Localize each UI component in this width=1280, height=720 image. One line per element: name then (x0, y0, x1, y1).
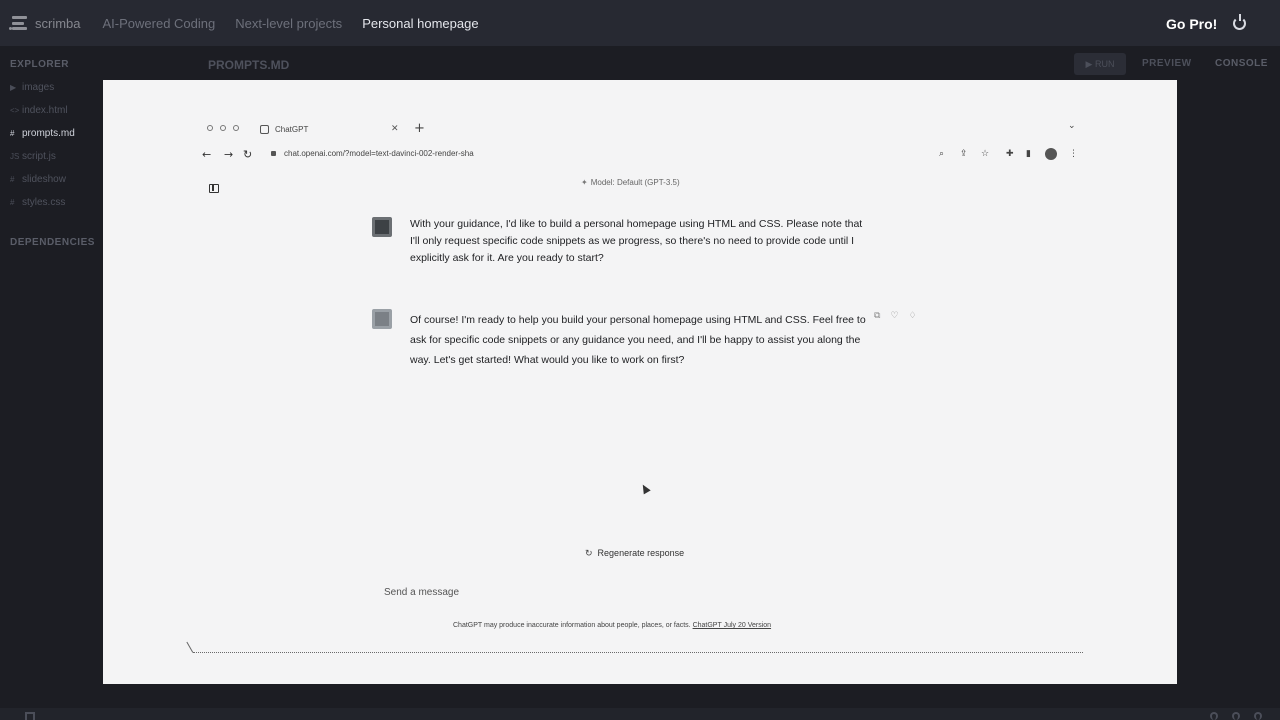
chatgpt-favicon-icon (260, 125, 269, 134)
star-icon[interactable]: ☆ (981, 149, 989, 159)
new-tab-icon[interactable]: + (414, 121, 425, 136)
breadcrumb-module[interactable]: Next-level projects (235, 16, 342, 31)
preview-tab[interactable]: PREVIEW (1142, 58, 1192, 69)
window-dot-icon (220, 125, 226, 131)
address-bar[interactable]: chat.openai.com/?model=text-davinci-002-… (284, 149, 474, 158)
css-file-icon: # (10, 175, 15, 184)
html-file-icon: <> (10, 106, 20, 115)
sidebar-toggle-icon[interactable] (209, 184, 219, 193)
user-avatar (372, 217, 392, 237)
dependencies-title[interactable]: DEPENDENCIES (10, 237, 95, 248)
window-dot-icon (233, 125, 239, 131)
browser-tab-title[interactable]: ChatGPT (275, 125, 308, 134)
breadcrumb-lesson: Personal homepage (362, 15, 479, 31)
file-prompts-md[interactable]: # prompts.md (10, 128, 75, 139)
browser-window: ChatGPT ✕ + ⌄ ← → ↻ chat.openai.com/?mod… (103, 80, 1177, 684)
profile-avatar[interactable] (1045, 148, 1057, 160)
folder-chevron-icon: ▶ (10, 83, 17, 92)
thumbs-down-icon: ♢ (908, 311, 927, 321)
zoom-icon[interactable]: ⌕ (939, 149, 944, 159)
close-tab-icon[interactable]: ✕ (391, 124, 399, 134)
top-bar: scrimba AI-Powered Coding Next-level pro… (0, 0, 1280, 46)
breadcrumb: AI-Powered Coding Next-level projects Pe… (103, 16, 499, 31)
css-file-icon: # (10, 198, 15, 207)
model-label: ✦ Model: Default (GPT-3.5) (581, 178, 680, 187)
layout-grid-icon[interactable] (25, 712, 35, 720)
back-icon[interactable]: ← (202, 148, 211, 161)
screenshot-overlay: ChatGPT ✕ + ⌄ ← → ↻ chat.openai.com/?mod… (103, 80, 1177, 684)
explorer-sidebar: EXPLORER ▶ images <> index.html # prompts.m… (0, 46, 103, 720)
message-actions[interactable]: ⧉♡♢ (874, 311, 927, 321)
annotation-stroke (186, 639, 198, 653)
file-images[interactable]: ▶ images (10, 82, 54, 93)
lock-icon (271, 151, 276, 156)
power-icon[interactable] (1233, 14, 1246, 30)
disclaimer: ChatGPT may produce inaccurate informati… (453, 622, 772, 629)
thumbs-up-icon: ♡ (890, 311, 909, 321)
scrimba-logo-icon (9, 15, 27, 31)
annotation-line (193, 652, 1083, 653)
bottom-bar (0, 708, 1280, 720)
console-tab[interactable]: CONSOLE (1215, 58, 1268, 69)
reload-icon[interactable]: ↻ (243, 148, 252, 161)
breadcrumb-course[interactable]: AI-Powered Coding (103, 16, 216, 31)
file-index-html[interactable]: <> index.html (10, 105, 68, 116)
sparkle-icon: ✦ (581, 178, 588, 187)
bottom-controls (1210, 712, 1270, 720)
forward-icon[interactable]: → (224, 148, 233, 161)
explorer-title: EXPLORER (10, 59, 70, 70)
window-dot-icon (207, 125, 213, 131)
extensions-icon[interactable]: ✚ (1006, 149, 1014, 159)
run-button[interactable]: ▶ RUN (1074, 53, 1126, 75)
file-slideshow[interactable]: # slideshow (10, 174, 66, 185)
share-icon[interactable]: ⇪ (960, 149, 968, 159)
user-message: With your guidance, I'd like to build a … (410, 218, 863, 264)
scrimba-logo[interactable]: scrimba (9, 15, 81, 31)
more-menu-icon[interactable]: ⋮ (1069, 149, 1078, 159)
assistant-message: Of course! I'm ready to help you build y… (410, 314, 866, 366)
refresh-icon: ↻ (585, 548, 593, 558)
regenerate-button[interactable]: ↻ Regenerate response (585, 548, 684, 559)
mouse-cursor-icon (639, 482, 651, 495)
copy-icon: ⧉ (874, 311, 891, 321)
speed-icon[interactable] (1210, 712, 1218, 720)
file-styles-css[interactable]: # styles.css (10, 197, 65, 208)
logo-text: scrimba (35, 15, 81, 31)
message-input[interactable]: Send a message (384, 587, 459, 598)
go-pro-button[interactable]: Go Pro! (1166, 16, 1217, 32)
sidepanel-icon[interactable]: ▮ (1026, 149, 1031, 159)
chevron-down-icon[interactable]: ⌄ (1068, 121, 1076, 131)
assistant-avatar (372, 309, 392, 329)
file-script-js[interactable]: JS script.js (10, 151, 56, 162)
js-file-icon: JS (10, 152, 20, 161)
editor-file-tab[interactable]: PROMPTS.MD (208, 58, 289, 72)
fullscreen-icon[interactable] (1254, 712, 1262, 720)
settings-icon[interactable] (1232, 712, 1240, 720)
markdown-file-icon: # (10, 129, 15, 138)
version-link[interactable]: ChatGPT July 20 Version (693, 622, 771, 629)
